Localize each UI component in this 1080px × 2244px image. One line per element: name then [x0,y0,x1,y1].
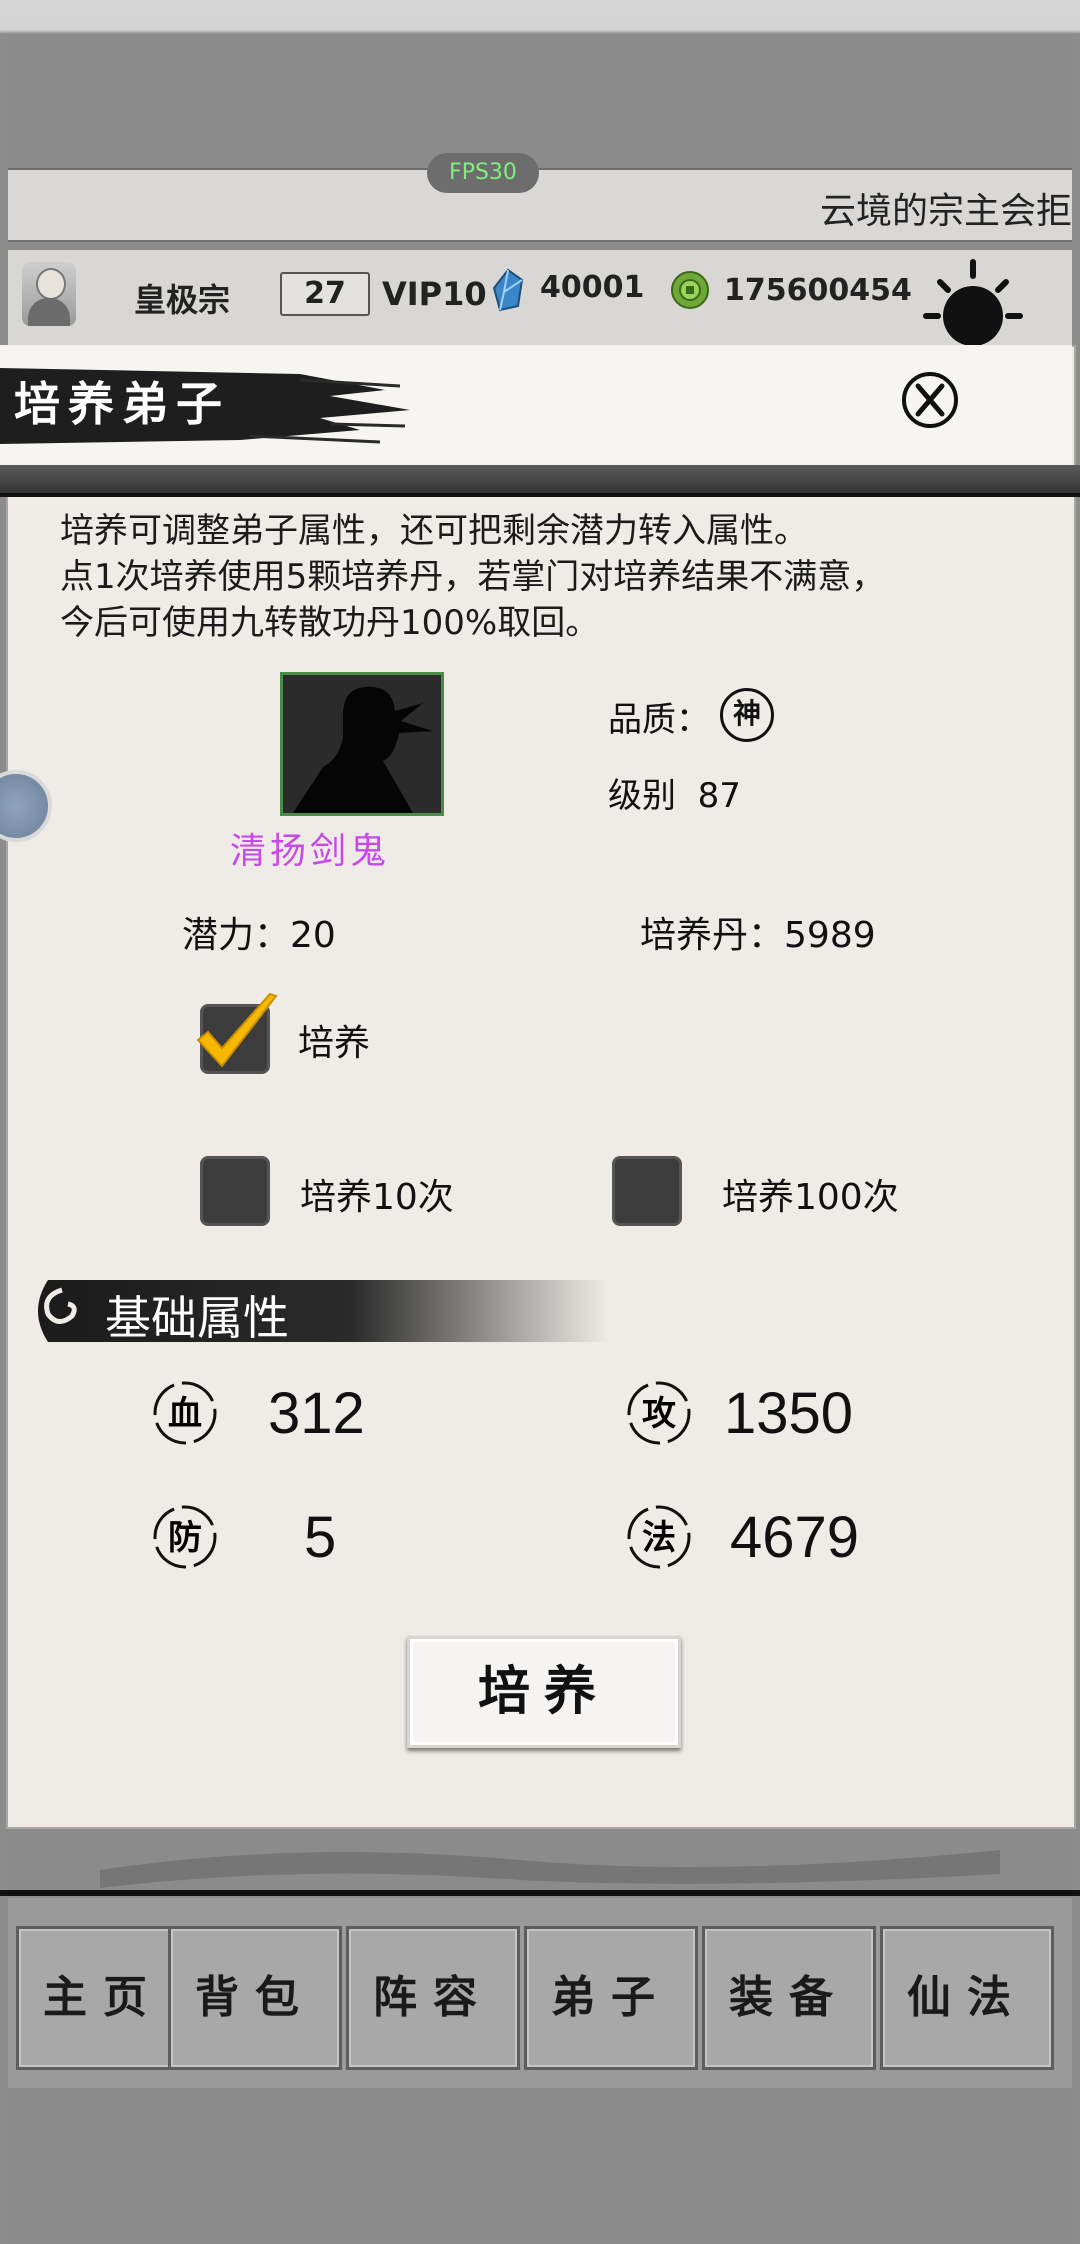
defense-icon: 防 [153,1505,217,1569]
level-label: 级别 [608,776,676,816]
defense-value: 5 [304,1505,337,1570]
pill-stat: 培养丹：5989 [640,906,876,958]
disciple-name: 清扬剑鬼 [230,831,391,872]
disciple-level: 级别 87 [608,768,741,817]
jade-coin-count: 175600454 [724,273,912,308]
description-line: 今后可使用九转散功丹100%取回。 [60,603,600,643]
nav-divider [0,1890,1080,1896]
panel-title: 培养弟子 [14,377,230,431]
section-title: 基础属性 [105,1291,289,1345]
hp-value: 312 [268,1381,365,1446]
level-value: 87 [697,776,741,816]
panel-header-divider [0,465,1080,497]
train-100-checkbox[interactable] [612,1156,682,1226]
player-level: 27 [280,272,370,316]
disciple-portrait [280,672,444,816]
player-avatar[interactable] [22,262,76,326]
quality-badge: 神 [720,688,774,742]
defense-icon-glyph: 防 [168,1518,202,1558]
description-line: 点1次培养使用5颗培养丹，若掌门对培养结果不满意， [60,557,886,597]
checkmark-icon [196,992,278,1068]
potential-label: 潜力： [182,915,291,956]
hp-icon: 血 [153,1381,217,1445]
nav-equipment[interactable]: 装备 [702,1926,876,2070]
nav-disciples[interactable]: 弟子 [524,1926,698,2070]
jade-coin-icon [671,271,709,309]
potential-value: 20 [290,915,336,956]
nav-bag[interactable]: 背包 [168,1926,342,2070]
attack-value: 1350 [724,1381,854,1446]
train-10-label[interactable]: 培养10次 [300,1168,454,1220]
marquee-text: 云境的宗主会拒 [819,191,1072,232]
magic-value: 4679 [730,1505,860,1570]
panel-description: 培养可调整弟子属性，还可把剩余潜力转入属性。 点1次培养使用5颗培养丹，若掌门对… [60,508,1040,646]
magic-icon-glyph: 法 [642,1518,676,1558]
train-10-checkbox[interactable] [200,1156,270,1226]
close-icon[interactable] [900,370,960,430]
spirit-stone-icon [492,268,524,312]
magic-icon: 法 [627,1505,691,1569]
train-once-label[interactable]: 培养 [298,1014,370,1066]
potential-stat: 潜力：20 [182,906,336,958]
ink-decoration [100,1850,1000,1888]
silhouette-icon [283,675,441,813]
hp-icon-glyph: 血 [168,1394,202,1434]
nav-home[interactable]: 主页 [16,1926,190,2070]
pill-label: 培养丹： [640,915,785,956]
description-line: 培养可调整弟子属性，还可把剩余潜力转入属性。 [60,511,808,551]
spirit-stone-count: 40001 [540,270,645,305]
nav-formation[interactable]: 阵容 [346,1926,520,2070]
fps-counter: FPS30 [427,153,539,193]
train-100-label[interactable]: 培养100次 [722,1168,899,1220]
sect-name: 皇极宗 [134,281,231,319]
announcement-marquee: 云境的宗主会拒 [8,168,1072,242]
weather-sun-icon [923,259,1023,346]
attack-icon: 攻 [627,1381,691,1445]
attack-icon-glyph: 攻 [642,1394,677,1434]
pill-value: 5989 [784,915,876,956]
quality-label: 品质： [608,700,710,740]
vip-level[interactable]: VIP10 [382,275,487,313]
train-button[interactable]: 培养 [407,1636,681,1748]
nav-spells[interactable]: 仙法 [880,1926,1054,2070]
